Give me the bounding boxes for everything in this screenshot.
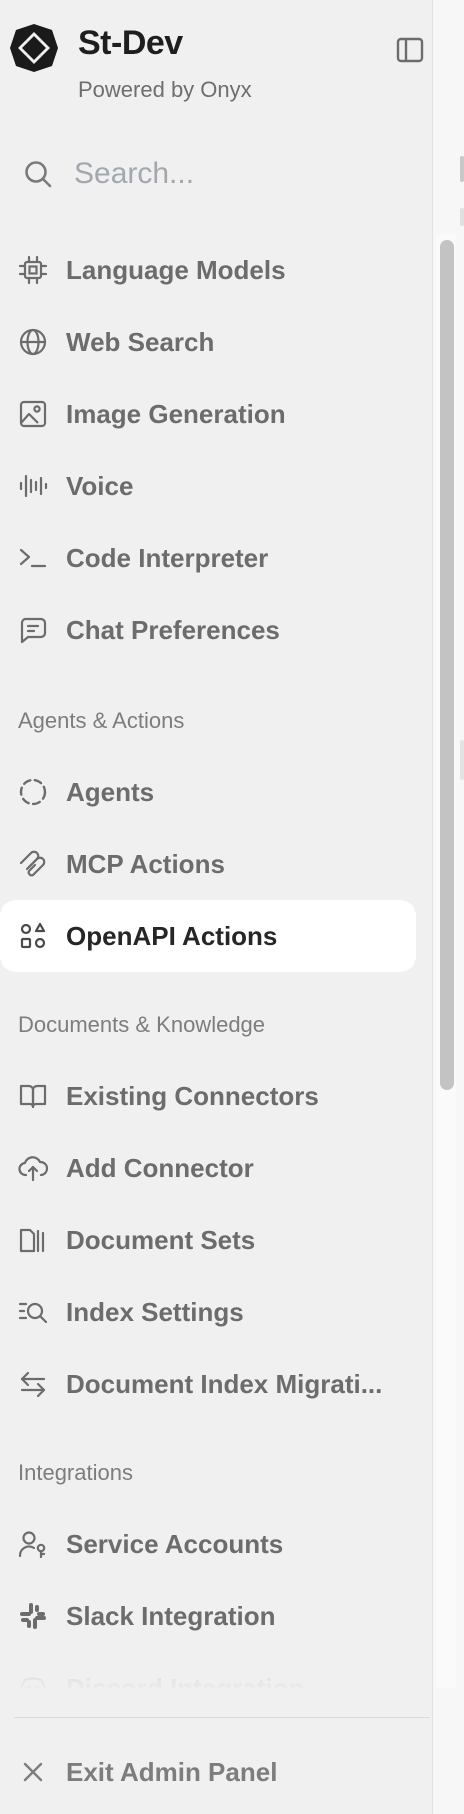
onyx-logo xyxy=(8,22,60,74)
content-edge-mark xyxy=(460,740,464,780)
discord-icon xyxy=(16,1671,50,1688)
nav-item-mcp-actions[interactable]: MCP Actions xyxy=(0,828,416,900)
nav-item-label: Voice xyxy=(66,470,134,501)
exit-admin-panel-label: Exit Admin Panel xyxy=(66,1756,278,1787)
close-icon xyxy=(16,1755,50,1789)
search-bar[interactable] xyxy=(8,146,408,202)
nav-item-label: Web Search xyxy=(66,326,215,357)
sidebar: St-Dev Powered by Onyx Search... Languag… xyxy=(0,0,432,1814)
nav-item-label: MCP Actions xyxy=(66,848,225,879)
section-label-documents: Documents & Knowledge xyxy=(18,1012,266,1037)
search-list-icon xyxy=(16,1295,50,1329)
nav-item-chat-preferences[interactable]: Chat Preferences xyxy=(0,594,416,666)
audio-wave-icon xyxy=(16,469,50,503)
nav-item-web-search[interactable]: Web Search xyxy=(0,306,416,378)
nav-item-label: Add Connector xyxy=(66,1152,254,1183)
nav-item-label: Existing Connectors xyxy=(66,1080,319,1111)
nav-item-label: Language Models xyxy=(66,254,286,285)
sidebar-toggle-button[interactable] xyxy=(390,32,430,68)
section-label-agents: Agents & Actions xyxy=(18,708,185,733)
nav-item-service-accounts[interactable]: Service Accounts xyxy=(0,1508,416,1580)
content-edge-mark xyxy=(460,208,464,226)
nav-item-existing-connectors[interactable]: Existing Connectors xyxy=(0,1060,416,1132)
cpu-chip-icon xyxy=(16,253,50,287)
nav-item-openapi-actions[interactable]: OpenAPI Actions xyxy=(0,900,416,972)
nav-item-slack-integration[interactable]: Slack Integration xyxy=(0,1580,416,1652)
nav-item-label: Service Accounts xyxy=(66,1528,284,1559)
image-icon xyxy=(16,397,50,431)
app-title: St-Dev xyxy=(78,24,183,62)
nav-item-agents[interactable]: Agents xyxy=(0,756,416,828)
app-subtitle: Powered by Onyx xyxy=(78,77,252,102)
book-open-icon xyxy=(16,1079,50,1113)
chat-bubble-icon xyxy=(16,613,50,647)
dashed-circle-icon xyxy=(16,775,50,809)
footer-divider xyxy=(14,1717,430,1718)
nav-item-code-interpreter[interactable]: Code Interpreter xyxy=(0,522,416,594)
admin-sidebar-page: St-Dev Powered by Onyx Search... Languag… xyxy=(0,0,464,1814)
nav-scrollbar-thumb[interactable] xyxy=(440,240,454,1090)
nav-item-label: Document Index Migrati... xyxy=(66,1368,383,1399)
nav-item-label: Code Interpreter xyxy=(66,542,269,573)
nav-item-discord-integration[interactable]: Discord Integration xyxy=(0,1652,416,1688)
nav-item-label: Agents xyxy=(66,776,155,807)
document-stack-icon xyxy=(16,1223,50,1257)
sidebar-header: St-Dev Powered by Onyx xyxy=(0,0,432,120)
nav-item-label: Image Generation xyxy=(66,398,286,429)
nav-item-index-settings[interactable]: Index Settings xyxy=(0,1276,416,1348)
content-edge-mark xyxy=(460,156,464,182)
search-icon xyxy=(18,154,58,194)
nav-item-language-models[interactable]: Language Models xyxy=(0,234,416,306)
mcp-icon xyxy=(16,847,50,881)
user-key-icon xyxy=(16,1527,50,1561)
cloud-upload-icon xyxy=(16,1151,50,1185)
exit-admin-panel-button[interactable]: Exit Admin Panel xyxy=(0,1736,416,1808)
nav-item-label: Index Settings xyxy=(66,1296,244,1327)
swap-arrows-icon xyxy=(16,1367,50,1401)
section-label-integrations: Integrations xyxy=(18,1460,133,1485)
nav-item-label: OpenAPI Actions xyxy=(66,920,278,951)
nav-item-label: Discord Integration xyxy=(66,1672,305,1689)
globe-icon xyxy=(16,325,50,359)
nav-item-image-generation[interactable]: Image Generation xyxy=(0,378,416,450)
nav-item-label: Chat Preferences xyxy=(66,614,280,645)
nav-list[interactable]: Language Models Web Search Image Generat… xyxy=(0,234,432,1688)
sidebar-toggle-icon xyxy=(395,35,425,65)
nav-item-document-index-migration[interactable]: Document Index Migrati... xyxy=(0,1348,416,1420)
shapes-icon xyxy=(16,919,50,953)
terminal-prompt-icon xyxy=(16,541,50,575)
search-input[interactable] xyxy=(74,157,394,191)
nav-item-label: Document Sets xyxy=(66,1224,256,1255)
nav-item-document-sets[interactable]: Document Sets xyxy=(0,1204,416,1276)
slack-icon xyxy=(16,1599,50,1633)
nav-item-voice[interactable]: Voice xyxy=(0,450,416,522)
nav-item-label: Slack Integration xyxy=(66,1600,276,1631)
nav-item-add-connector[interactable]: Add Connector xyxy=(0,1132,416,1204)
